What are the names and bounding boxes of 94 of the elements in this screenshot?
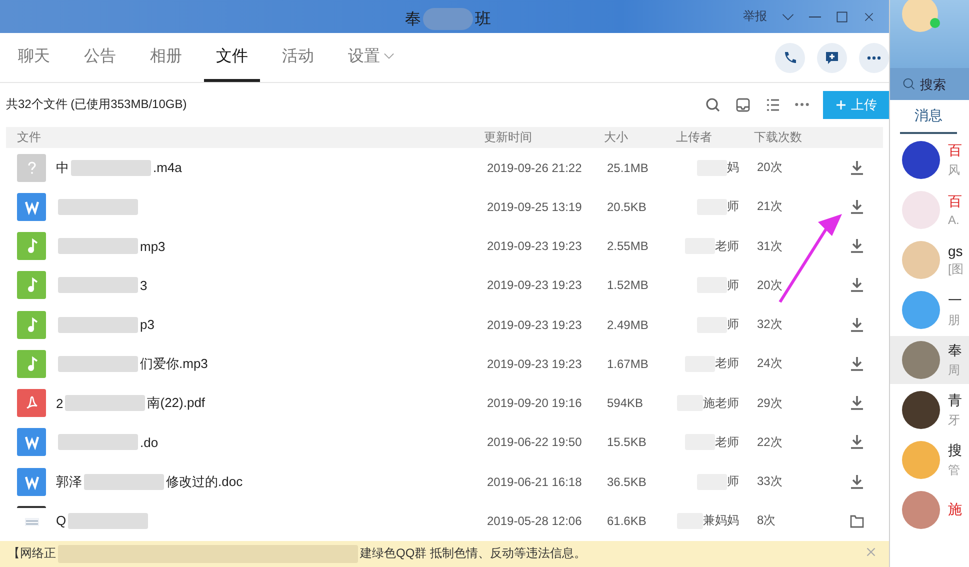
table-cell: 老师 [715, 238, 739, 255]
file-name: 郭泽 [56, 472, 82, 491]
table-cell-text: 1.67MB [607, 356, 650, 371]
table-cell-text: 2019-09-26 21:22 [487, 160, 583, 175]
tab[interactable]: 相册 [138, 33, 194, 82]
table-cell-text: 2019-09-23 19:23 [487, 278, 583, 292]
table-cell-text: 15.5KB [607, 435, 648, 450]
tab[interactable]: 设置 [336, 33, 406, 82]
table-cell-text: 33次 [757, 473, 784, 490]
conversation-item[interactable]: 奉 周 [890, 336, 969, 384]
table-cell: 老师 [715, 434, 739, 451]
conversation-title: 一 [948, 292, 962, 310]
conversation-preview: 朋 [948, 312, 961, 328]
table-cell-text: 29次 [757, 394, 784, 412]
file-name: mp3 [140, 238, 166, 254]
column-header: 大小 [604, 128, 629, 146]
table-cell: 师 [727, 473, 739, 490]
table-cell-text: 2.49MB [607, 318, 650, 332]
table-cell: 师 [727, 316, 739, 334]
conversation-item[interactable]: 一 朋 [890, 286, 969, 334]
window-title: 奉 [405, 10, 421, 30]
conversation-preview: 周 [948, 362, 961, 378]
column-header: 上传者 [676, 128, 713, 146]
conversation-preview: 管 [948, 462, 961, 478]
table-cell-text: 32次 [757, 316, 784, 334]
conversation-preview: 风 [948, 162, 961, 178]
conversation-title: 百 [948, 142, 962, 160]
table-cell-text: 594KB [607, 396, 644, 410]
table-cell-text: 25.1MB [607, 160, 650, 175]
window-title: 班 [475, 10, 491, 30]
conversation-item[interactable]: 百 A. [890, 186, 969, 234]
file-summary: 共32个文件 (已使用353MB/10GB) [6, 96, 187, 114]
file-name: 中 [56, 158, 69, 177]
messages-tab[interactable]: 消息 [900, 100, 957, 134]
table-cell-text: 2019-09-20 19:16 [487, 396, 583, 410]
table-cell-text: 1.52MB [607, 278, 650, 292]
table-cell-text: 36.5KB [607, 474, 648, 489]
conversation-preview: [图 [948, 260, 963, 278]
conversation-item[interactable]: 青 牙 [890, 386, 969, 434]
file-name: p3 [140, 317, 154, 332]
conversation-title: 施 [948, 501, 962, 519]
file-name: Q [56, 513, 66, 528]
table-cell-text: 20次 [757, 276, 784, 294]
upload-button[interactable]: 上传 [823, 90, 889, 119]
table-cell: 老师 [715, 355, 739, 372]
table-cell: 妈 [727, 159, 739, 176]
table-cell-text: 2019-09-23 19:23 [487, 318, 583, 332]
file-name: .m4a [153, 160, 182, 176]
table-cell-text: 8次 [757, 512, 777, 530]
report-link[interactable]: 举报 [743, 8, 767, 26]
conversation-title: 奉 [948, 342, 962, 360]
notice-text: 【网络正 [8, 545, 56, 562]
file-name: 3 [140, 278, 148, 293]
column-header: 下载次数 [754, 128, 803, 146]
table-cell: 兼妈妈 [703, 512, 739, 530]
conversation-item[interactable]: 施 [890, 486, 969, 534]
table-cell: 师 [727, 198, 739, 216]
notice-text: 建绿色QQ群 抵制色情、反动等违法信息。 [360, 545, 586, 562]
conversation-title: 青 [948, 392, 962, 410]
tab[interactable]: 活动 [270, 33, 326, 82]
table-cell-text: 24次 [757, 355, 784, 372]
table-cell-text: 21次 [757, 198, 784, 216]
table-cell-text: 2019-09-23 19:23 [487, 356, 583, 371]
file-name: 们爱你.mp3 [140, 354, 208, 373]
conversation-title: gs [948, 242, 963, 258]
conversation-item[interactable]: gs [图 [890, 236, 969, 284]
file-name: 南(22).pdf [147, 394, 206, 412]
table-cell: 施老师 [703, 394, 739, 412]
tab[interactable]: 聊天 [6, 33, 62, 82]
table-cell-text: 2019-06-22 19:50 [487, 435, 583, 450]
table-cell-text: 2019-06-21 16:18 [487, 474, 583, 489]
column-header: 更新时间 [484, 128, 533, 146]
conversation-preview: A. [948, 213, 960, 227]
table-cell-text: 2019-09-23 19:23 [487, 239, 583, 254]
table-cell-text: 31次 [757, 238, 784, 255]
file-name: 2 [56, 396, 64, 411]
tab[interactable]: 公告 [72, 33, 128, 82]
table-cell-text: 20.5KB [607, 200, 648, 214]
conversation-title: 百 [948, 193, 962, 211]
column-header: 文件 [16, 128, 42, 146]
conversation-item[interactable]: 百 风 [890, 136, 969, 184]
table-cell-text: 2019-05-28 12:06 [487, 514, 583, 528]
file-name: .do [140, 434, 158, 450]
conversation-item[interactable]: 搜 管 [890, 436, 969, 484]
tab[interactable]: 文件 [204, 33, 260, 82]
table-cell-text: 20次 [757, 159, 784, 176]
file-name: 修改过的.doc [166, 472, 243, 491]
conversation-preview: 牙 [948, 412, 961, 428]
table-cell: 师 [727, 276, 739, 294]
table-cell-text: 22次 [757, 434, 784, 451]
conversation-title: 搜 [948, 442, 962, 460]
table-cell-text: 61.6KB [607, 514, 648, 528]
table-cell-text: 2019-09-25 13:19 [487, 200, 583, 214]
table-cell-text: 2.55MB [607, 239, 650, 254]
